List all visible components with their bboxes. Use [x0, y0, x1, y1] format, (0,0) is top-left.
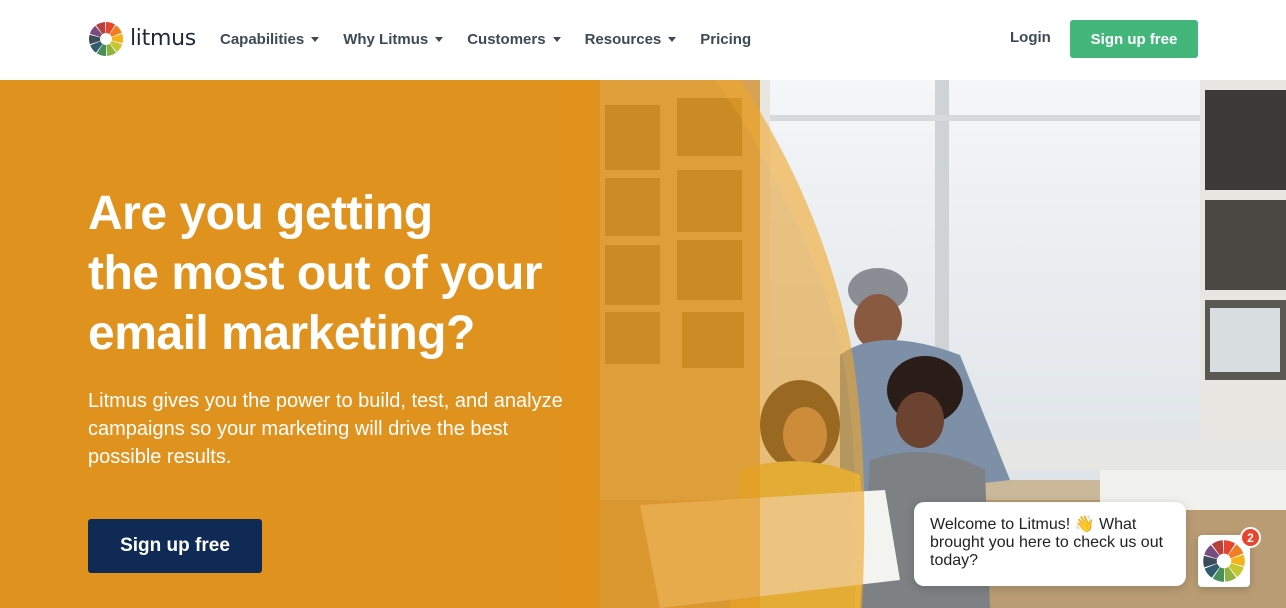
hero-headline: Are you getting the most out of your ema…	[88, 184, 648, 364]
chevron-down-icon	[552, 36, 561, 42]
headline-line: the most out of your	[88, 247, 542, 300]
hero-subtext: Litmus gives you the power to build, tes…	[88, 390, 563, 468]
chevron-down-icon	[435, 36, 444, 42]
chevron-down-icon	[668, 36, 677, 42]
litmus-logo[interactable]: litmus	[88, 20, 196, 57]
litmus-wheel-icon	[1203, 540, 1245, 582]
chat-welcome-message[interactable]: Welcome to Litmus! 👋 What brought you he…	[914, 502, 1186, 586]
nav-item-label: Customers	[467, 30, 546, 48]
chevron-down-icon	[311, 36, 320, 42]
login-link[interactable]: Login	[1010, 29, 1051, 46]
unread-count-badge: 2	[1240, 527, 1261, 548]
headline-line: email marketing?	[88, 307, 475, 360]
nav-item-label: Why Litmus	[343, 30, 429, 48]
signup-button-header[interactable]: Sign up free	[1070, 20, 1198, 58]
nav-item-why-litmus[interactable]: Why Litmus	[343, 28, 444, 50]
nav-item-resources[interactable]: Resources	[585, 28, 677, 50]
nav-item-capabilities[interactable]: Capabilities	[220, 28, 320, 50]
nav-item-label: Pricing	[700, 30, 752, 48]
nav-item-label: Capabilities	[220, 30, 305, 48]
nav-item-label: Resources	[584, 30, 662, 48]
signup-button-hero[interactable]: Sign up free	[88, 519, 262, 573]
main-nav: Capabilities Why Litmus Customers Resour…	[220, 28, 775, 50]
logo-wordmark: litmus	[130, 26, 196, 51]
nav-item-customers[interactable]: Customers	[467, 28, 561, 50]
site-header: litmus Capabilities Why Litmus Customers…	[0, 0, 1286, 80]
headline-line: Are you getting	[88, 187, 433, 240]
nav-item-pricing[interactable]: Pricing	[700, 28, 751, 50]
litmus-wheel-icon	[89, 21, 123, 56]
